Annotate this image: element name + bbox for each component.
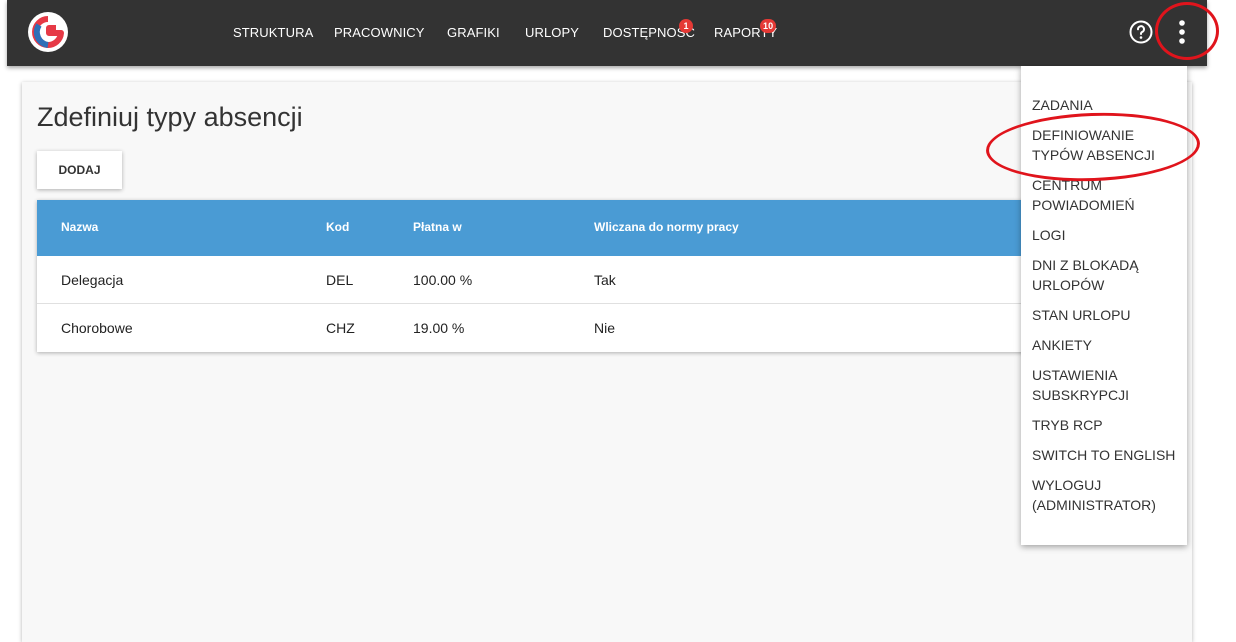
page-title: Zdefiniuj typy absencji (37, 102, 303, 132)
cell-nazwa: Delegacja (61, 272, 124, 288)
absence-types-table: Nazwa Kod Płatna w Wliczana do normy pra… (37, 200, 1037, 352)
menu-item-switch-to-english[interactable]: SWITCH TO ENGLISH (1032, 445, 1184, 465)
notification-badge: 1 (679, 19, 693, 33)
column-header-wliczana[interactable]: Wliczana do normy pracy (594, 220, 739, 234)
menu-item-dni-z-blokada-urlopow[interactable]: DNI Z BLOKADĄ URLOPÓW (1032, 255, 1184, 295)
menu-item-centrum-powiadomien[interactable]: CENTRUM POWIADOMIEŃ (1032, 175, 1184, 215)
menu-item-tryb-rcp[interactable]: TRYB RCP (1032, 415, 1184, 435)
help-icon[interactable] (1129, 20, 1153, 44)
table-row[interactable]: Delegacja DEL 100.00 % Tak (37, 256, 1037, 304)
nav-raporty[interactable]: RAPORTY 10 (714, 19, 777, 40)
nav-urlopy[interactable]: URLOPY (525, 25, 579, 40)
column-header-platna[interactable]: Płatna w (413, 220, 462, 234)
cell-wliczana: Nie (594, 320, 616, 336)
cell-nazwa: Chorobowe (61, 320, 133, 336)
top-navbar: STRUKTURA PRACOWNICY GRAFIKI URLOPY DOST… (7, 0, 1207, 66)
overflow-menu: ZADANIA DEFINIOWANIE TYPÓW ABSENCJI CENT… (1021, 66, 1187, 545)
cell-platna: 100.00 % (413, 272, 473, 288)
menu-item-logi[interactable]: LOGI (1032, 225, 1184, 245)
nav-pracownicy[interactable]: PRACOWNICY (334, 25, 425, 40)
nav-struktura[interactable]: STRUKTURA (233, 25, 313, 40)
add-button[interactable]: DODAJ (37, 151, 122, 189)
content-card (22, 82, 1192, 642)
menu-item-stan-urlopu[interactable]: STAN URLOPU (1032, 305, 1184, 325)
table-row[interactable]: Chorobowe CHZ 19.00 % Nie (37, 304, 1037, 352)
menu-item-wyloguj[interactable]: WYLOGUJ (ADMINISTRATOR) (1032, 475, 1184, 515)
nav-dostepnosc[interactable]: DOSTĘPNOŚĆ 1 (603, 19, 695, 40)
more-vert-icon[interactable] (1172, 18, 1192, 46)
app-logo-icon[interactable] (27, 11, 69, 53)
cell-kod: DEL (326, 272, 354, 288)
cell-platna: 19.00 % (413, 320, 465, 336)
table-header: Nazwa Kod Płatna w Wliczana do normy pra… (37, 200, 1037, 256)
cell-kod: CHZ (326, 320, 355, 336)
nav-grafiki[interactable]: GRAFIKI (447, 25, 500, 40)
cell-wliczana: Tak (594, 272, 616, 288)
menu-item-zadania[interactable]: ZADANIA (1032, 95, 1184, 115)
notification-badge: 10 (760, 19, 777, 33)
menu-item-ustawienia-subskrypcji[interactable]: USTAWIENIA SUBSKRYPCJI (1032, 365, 1184, 405)
column-header-kod[interactable]: Kod (326, 220, 349, 234)
column-header-nazwa[interactable]: Nazwa (61, 220, 98, 234)
menu-item-definiowanie-typow-absencji[interactable]: DEFINIOWANIE TYPÓW ABSENCJI (1032, 125, 1184, 165)
menu-item-ankiety[interactable]: ANKIETY (1032, 335, 1184, 355)
